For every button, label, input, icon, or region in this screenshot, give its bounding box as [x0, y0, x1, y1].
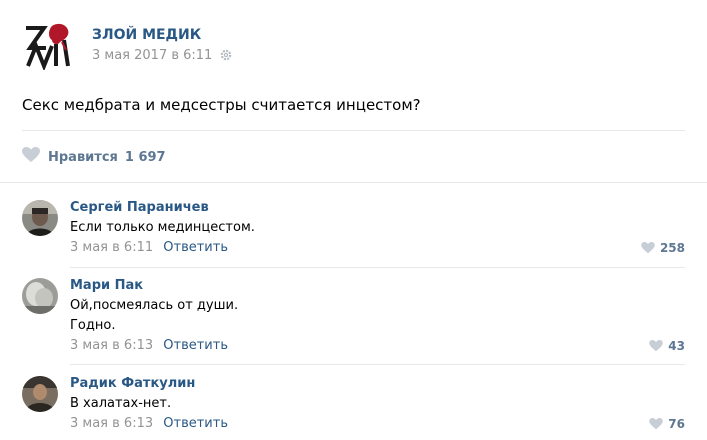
- avatar[interactable]: [22, 200, 58, 236]
- comment-text: В халатах-нет.: [70, 396, 172, 411]
- reply-button[interactable]: Ответить: [163, 416, 228, 431]
- reply-button[interactable]: Ответить: [163, 240, 228, 255]
- gear-icon[interactable]: [220, 49, 232, 65]
- comment-meta: 3 мая в 6:13 Ответить: [70, 338, 228, 353]
- group-logo[interactable]: [22, 20, 72, 72]
- heart-icon: [641, 242, 655, 254]
- comment-divider: [70, 364, 685, 365]
- post-text: Секс медбрата и медсестры считается инце…: [22, 96, 421, 114]
- likes-count: 1 697: [124, 149, 166, 165]
- like-button[interactable]: Нравится 1 697: [22, 147, 166, 167]
- post-divider: [22, 130, 685, 131]
- comment-like-count: 258: [659, 241, 685, 255]
- comment-text: Если только мединцестом.: [70, 220, 255, 235]
- comment-like-count: 76: [668, 417, 685, 431]
- comment-date[interactable]: 3 мая в 6:11: [70, 240, 153, 255]
- comment-meta: 3 мая в 6:13 Ответить: [70, 416, 228, 431]
- post-header: ЗЛОЙ МЕДИК 3 мая 2017 в 6:11: [22, 20, 682, 72]
- comment: Радик Фаткулин В халатах-нет. 3 мая в 6:…: [0, 376, 707, 436]
- comments-divider: [0, 182, 707, 183]
- heart-icon: [649, 418, 664, 430]
- heart-icon: [649, 340, 664, 352]
- heart-icon: [22, 147, 40, 167]
- comment-like-button[interactable]: 76: [649, 417, 685, 431]
- likes-label: Нравится: [48, 149, 118, 165]
- reply-button[interactable]: Ответить: [163, 338, 228, 353]
- comment-date[interactable]: 3 мая в 6:13: [70, 416, 153, 431]
- avatar[interactable]: [22, 376, 58, 412]
- avatar[interactable]: [22, 278, 58, 314]
- comment-author[interactable]: Радик Фаткулин: [70, 376, 195, 391]
- group-name[interactable]: ЗЛОЙ МЕДИК: [92, 27, 201, 43]
- comment-date[interactable]: 3 мая в 6:13: [70, 338, 153, 353]
- comment-text: Годно.: [70, 318, 116, 333]
- comment: Мари Пак Ой,посмеялась от души. Годно. 3…: [0, 278, 707, 358]
- comment: Сергей Параничев Если только мединцестом…: [0, 200, 707, 260]
- comment-divider: [70, 267, 685, 268]
- comment-like-button[interactable]: 258: [641, 241, 685, 255]
- comment-like-button[interactable]: 43: [649, 339, 685, 353]
- post-date[interactable]: 3 мая 2017 в 6:11: [92, 48, 212, 63]
- comment-author[interactable]: Мари Пак: [70, 278, 143, 293]
- comment-meta: 3 мая в 6:11 Ответить: [70, 240, 228, 255]
- comment-like-count: 43: [668, 339, 685, 353]
- post-date-row: 3 мая 2017 в 6:11: [92, 48, 232, 65]
- comment-text: Ой,посмеялась от души.: [70, 298, 239, 313]
- comment-author[interactable]: Сергей Параничев: [70, 200, 209, 215]
